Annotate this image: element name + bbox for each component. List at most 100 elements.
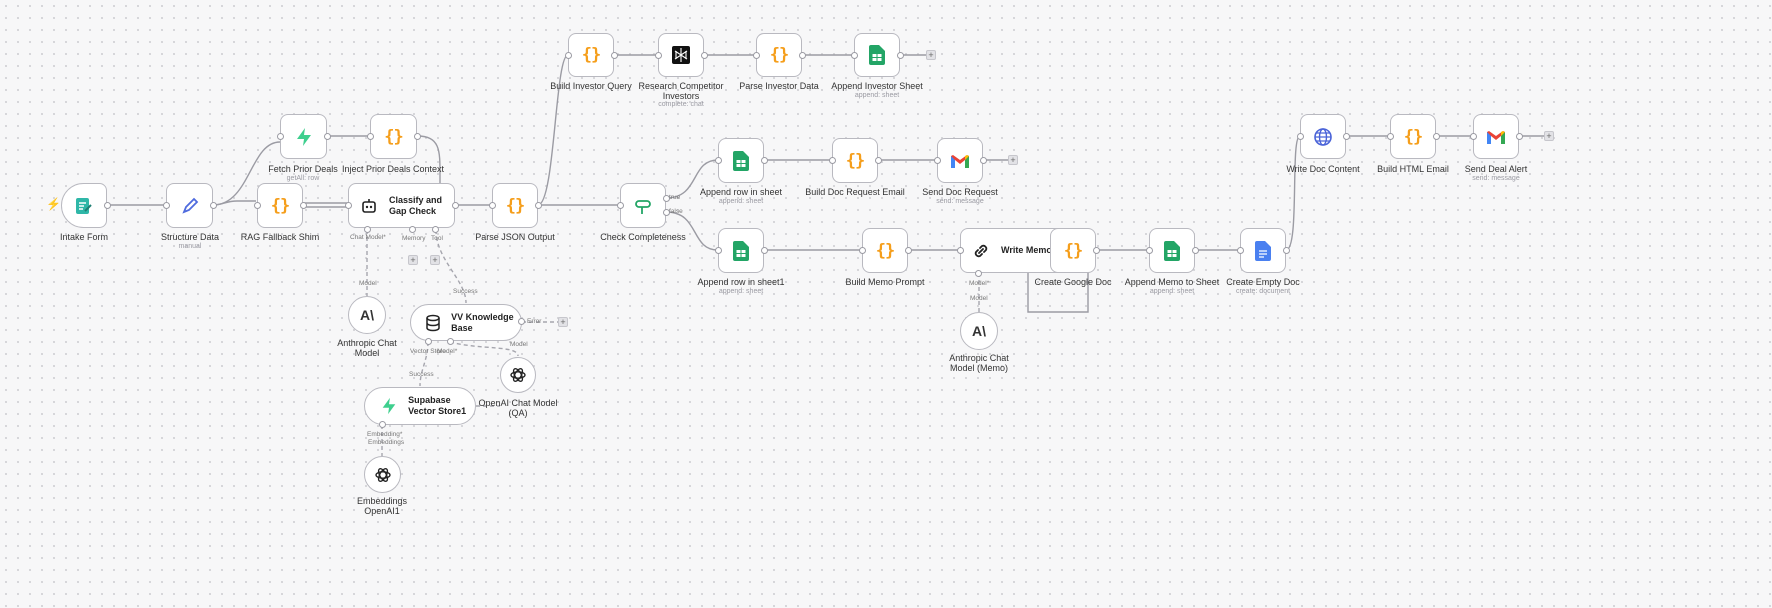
port-dot[interactable] bbox=[761, 157, 768, 164]
port-dot[interactable] bbox=[210, 202, 217, 209]
port-dot[interactable] bbox=[617, 202, 624, 209]
node-inject-prior[interactable]: {} bbox=[370, 114, 417, 159]
node-create-google-doc[interactable]: {} bbox=[1050, 228, 1096, 273]
port-dot[interactable] bbox=[980, 157, 987, 164]
port-dot[interactable] bbox=[364, 226, 371, 233]
port-dot[interactable] bbox=[447, 338, 454, 345]
port-dot[interactable] bbox=[701, 52, 708, 59]
port-dot[interactable] bbox=[1283, 247, 1290, 254]
node-anthropic-memo[interactable]: A\ bbox=[960, 312, 998, 350]
port-dot[interactable] bbox=[163, 202, 170, 209]
port-error-vvkb: Error bbox=[527, 318, 542, 325]
add-after-deal-alert-button[interactable]: + bbox=[1544, 131, 1554, 141]
port-dot[interactable] bbox=[663, 209, 670, 216]
port-dot[interactable] bbox=[715, 247, 722, 254]
node-build-doc-request[interactable]: {} bbox=[832, 138, 878, 183]
sheets-icon bbox=[731, 150, 751, 171]
port-dot[interactable] bbox=[104, 202, 111, 209]
port-dot[interactable] bbox=[1297, 133, 1304, 140]
node-check-completeness[interactable] bbox=[620, 183, 666, 228]
node-openai-qa[interactable] bbox=[500, 357, 536, 393]
node-vv-knowledge[interactable]: VV Knowledge Base bbox=[410, 304, 522, 341]
port-dot[interactable] bbox=[535, 202, 542, 209]
port-dot[interactable] bbox=[379, 421, 386, 428]
port-dot[interactable] bbox=[875, 157, 882, 164]
port-dot[interactable] bbox=[324, 133, 331, 140]
port-dot[interactable] bbox=[452, 202, 459, 209]
port-dot[interactable] bbox=[655, 52, 662, 59]
node-parse-json[interactable]: {} bbox=[492, 183, 538, 228]
port-dot[interactable] bbox=[489, 202, 496, 209]
node-build-memo-prompt[interactable]: {} bbox=[862, 228, 908, 273]
node-send-deal-alert[interactable] bbox=[1473, 114, 1519, 159]
node-anthropic-chat[interactable]: A\ bbox=[348, 296, 386, 334]
add-after-send-doc-button[interactable]: + bbox=[1008, 155, 1018, 165]
node-structure-data[interactable] bbox=[166, 183, 213, 228]
port-dot[interactable] bbox=[425, 338, 432, 345]
node-intake-form[interactable] bbox=[61, 183, 107, 228]
supabase-icon bbox=[379, 396, 398, 416]
node-append-investor-sheet[interactable] bbox=[854, 33, 900, 77]
openai-icon bbox=[373, 465, 393, 485]
port-dot[interactable] bbox=[761, 247, 768, 254]
port-dot[interactable] bbox=[1470, 133, 1477, 140]
node-classify[interactable]: Classify and Gap Check bbox=[348, 183, 455, 228]
node-rag-fallback[interactable]: {} bbox=[257, 183, 303, 228]
node-embeddings[interactable] bbox=[364, 456, 401, 493]
node-build-investor-query[interactable]: {} bbox=[568, 33, 614, 77]
port-embedding-req: Embedding* bbox=[367, 431, 403, 438]
workflow-canvas[interactable]: ⚡ Intake Form Structure Data manual {} R… bbox=[0, 0, 1772, 608]
port-model-vvkb: Model* bbox=[437, 348, 458, 355]
node-append-memo-sheet[interactable] bbox=[1149, 228, 1195, 273]
add-tool-button[interactable]: + bbox=[430, 255, 440, 265]
port-dot[interactable] bbox=[518, 318, 525, 325]
label-anthropic-memo: Anthropic Chat Model (Memo) bbox=[949, 353, 1009, 374]
port-dot[interactable] bbox=[829, 157, 836, 164]
port-dot[interactable] bbox=[565, 52, 572, 59]
port-dot[interactable] bbox=[957, 247, 964, 254]
port-dot[interactable] bbox=[1516, 133, 1523, 140]
port-model-openai: Model bbox=[510, 341, 528, 348]
port-dot[interactable] bbox=[414, 133, 421, 140]
port-dot[interactable] bbox=[859, 247, 866, 254]
node-build-html-email[interactable]: {} bbox=[1390, 114, 1436, 159]
port-dot[interactable] bbox=[1237, 247, 1244, 254]
port-dot[interactable] bbox=[1093, 247, 1100, 254]
port-model-memo: Model bbox=[970, 295, 988, 302]
port-dot[interactable] bbox=[1343, 133, 1350, 140]
port-dot[interactable] bbox=[1433, 133, 1440, 140]
port-dot[interactable] bbox=[851, 52, 858, 59]
node-fetch-prior[interactable] bbox=[280, 114, 327, 159]
port-dot[interactable] bbox=[799, 52, 806, 59]
port-dot[interactable] bbox=[254, 202, 261, 209]
node-research-competitor[interactable] bbox=[658, 33, 704, 77]
port-dot[interactable] bbox=[409, 226, 416, 233]
port-dot[interactable] bbox=[611, 52, 618, 59]
node-create-empty-doc[interactable] bbox=[1240, 228, 1286, 273]
node-parse-investor[interactable]: {} bbox=[756, 33, 802, 77]
port-dot[interactable] bbox=[277, 133, 284, 140]
port-dot[interactable] bbox=[432, 226, 439, 233]
node-write-doc-content[interactable] bbox=[1300, 114, 1346, 159]
port-dot[interactable] bbox=[934, 157, 941, 164]
port-dot[interactable] bbox=[1146, 247, 1153, 254]
port-dot[interactable] bbox=[975, 270, 982, 277]
port-dot[interactable] bbox=[367, 133, 374, 140]
node-send-doc-request[interactable] bbox=[937, 138, 983, 183]
port-dot[interactable] bbox=[715, 157, 722, 164]
port-dot[interactable] bbox=[1192, 247, 1199, 254]
node-append-row1[interactable] bbox=[718, 228, 764, 273]
add-memory-button[interactable]: + bbox=[408, 255, 418, 265]
port-dot[interactable] bbox=[897, 52, 904, 59]
port-dot[interactable] bbox=[345, 202, 352, 209]
port-dot[interactable] bbox=[753, 52, 760, 59]
port-dot[interactable] bbox=[905, 247, 912, 254]
port-dot[interactable] bbox=[300, 202, 307, 209]
port-dot[interactable] bbox=[663, 195, 670, 202]
node-append-row[interactable] bbox=[718, 138, 764, 183]
node-supabase-vs[interactable]: Supabase Vector Store1 bbox=[364, 387, 476, 425]
title-vv-knowledge: VV Knowledge Base bbox=[451, 311, 514, 333]
port-dot[interactable] bbox=[1387, 133, 1394, 140]
add-after-investor-sheet-button[interactable]: + bbox=[926, 50, 936, 60]
add-error-handler-button[interactable]: + bbox=[558, 317, 568, 327]
